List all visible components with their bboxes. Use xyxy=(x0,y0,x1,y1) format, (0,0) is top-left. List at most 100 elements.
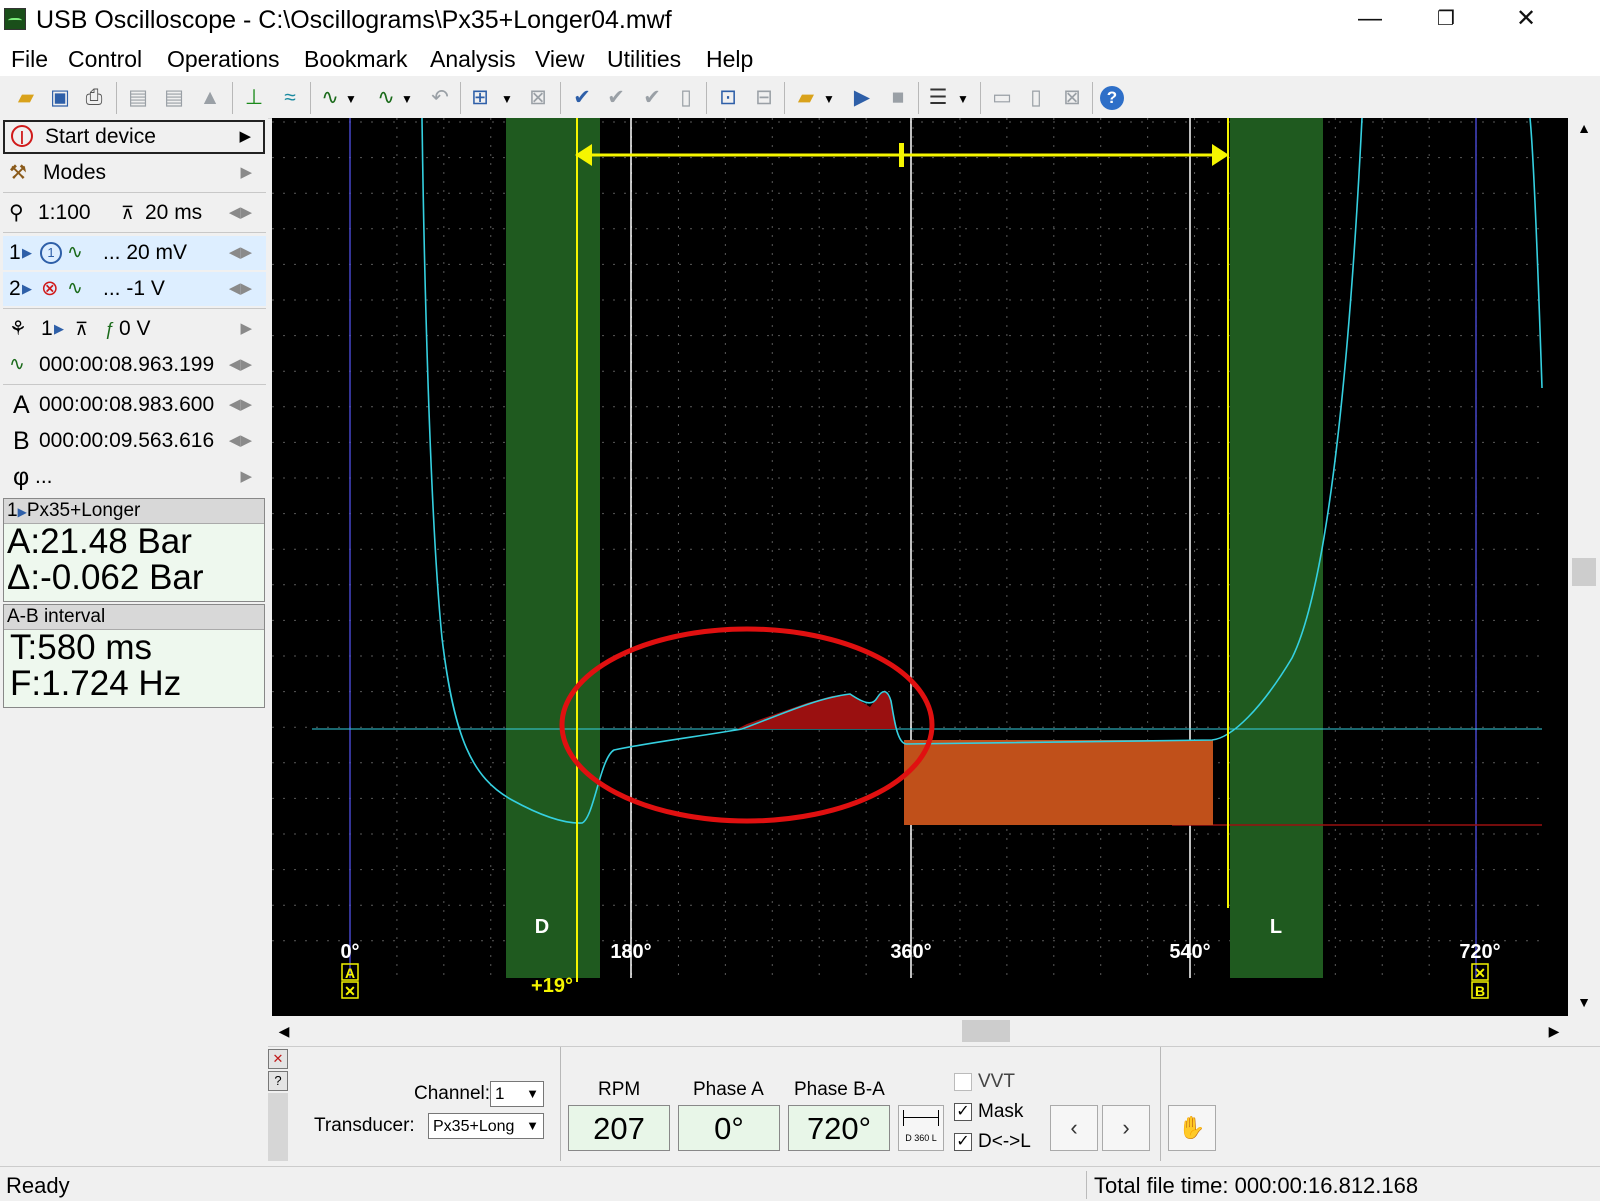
menu-analysis[interactable]: Analysis xyxy=(430,45,516,73)
close-button[interactable]: ✕ xyxy=(1496,0,1556,40)
copy-window-icon[interactable]: ▤ xyxy=(124,84,152,112)
restore-button[interactable]: ❐ xyxy=(1416,0,1476,40)
check-all-icon[interactable]: ✔ xyxy=(638,84,666,112)
angle-label-180: 180° xyxy=(610,941,651,963)
scroll-left-icon[interactable]: ◀ xyxy=(274,1016,294,1046)
cursor-b-row[interactable]: B 000:00:09.563.616 ◀▶ xyxy=(3,424,266,458)
transducer-select[interactable]: Px35+Long ▼ xyxy=(428,1113,544,1139)
scroll-right-icon[interactable]: ▶ xyxy=(1544,1016,1564,1046)
toolbar-separator xyxy=(116,82,117,114)
zoom-reset-icon[interactable]: ⊟ xyxy=(750,84,778,112)
expand-arrow-icon: ▶ xyxy=(240,468,252,485)
channel-1-row[interactable]: 1 ▶ 1 ∿ ... 20 mV ◀▶ xyxy=(3,236,266,270)
menu-control[interactable]: Control xyxy=(68,45,142,73)
channel-2-coupling-icon: ∿ xyxy=(67,278,83,299)
math-icon[interactable]: ⊞ xyxy=(466,84,494,112)
panel-divider xyxy=(560,1047,561,1161)
undo-icon[interactable]: ↶ xyxy=(426,84,454,112)
previous-button[interactable]: ‹ xyxy=(1050,1105,1098,1151)
export-icon[interactable]: ▲ xyxy=(196,84,224,112)
auto-trigger-icon[interactable]: ≈ xyxy=(276,84,304,112)
d360l-button[interactable]: D 360 L xyxy=(898,1105,944,1151)
database-icon[interactable]: ▭ xyxy=(988,84,1016,112)
smooth-dropdown-icon[interactable]: ▼ xyxy=(400,84,414,112)
zoom-timebase-row[interactable]: ⚲ 1:100 ⊼ 20 ms ◀▶ xyxy=(3,196,266,230)
smooth-icon[interactable]: ∿ xyxy=(372,84,400,112)
layout-dropdown-icon[interactable]: ▼ xyxy=(956,84,970,112)
menu-utilities[interactable]: Utilities xyxy=(607,45,681,73)
status-divider xyxy=(1086,1171,1087,1199)
help-panel-button[interactable]: ? xyxy=(268,1071,288,1091)
interval-header: A-B interval xyxy=(4,605,264,630)
play-template-icon[interactable]: ▶ xyxy=(848,84,876,112)
help-icon[interactable]: ? xyxy=(1100,86,1124,110)
mask-checkbox[interactable]: ✓ xyxy=(954,1103,972,1121)
horizontal-scroll-thumb[interactable] xyxy=(962,1020,1010,1042)
phase-ba-value[interactable]: 720° xyxy=(788,1105,890,1151)
channel-2-row[interactable]: 2 ▶ ⊗ ∿ ... -1 V ◀▶ xyxy=(3,272,266,306)
minimize-button[interactable]: — xyxy=(1340,0,1400,40)
channel-2-disabled-icon: ⊗ xyxy=(41,277,59,300)
next-button[interactable]: › xyxy=(1102,1105,1150,1151)
vvt-checkbox[interactable] xyxy=(954,1073,972,1091)
channel-select[interactable]: 1 ▼ xyxy=(490,1081,544,1107)
layout-icon[interactable]: ☰ xyxy=(924,84,952,112)
database-delete-icon[interactable]: ⊠ xyxy=(1058,84,1086,112)
horizontal-scrollbar[interactable]: ◀ ▶ xyxy=(272,1016,1568,1046)
single-shot-icon[interactable]: ⊥ xyxy=(240,84,268,112)
cursor-a-row[interactable]: A 000:00:08.983.600 ◀▶ xyxy=(3,388,266,422)
print-icon[interactable]: ⎙ xyxy=(80,84,108,112)
menu-bookmark[interactable]: Bookmark xyxy=(304,45,408,73)
measurement-panel: 1▶Px35+Longer A:21.48 Bar Δ:-0.062 Bar xyxy=(3,498,265,602)
open-template-icon[interactable]: ▰ xyxy=(792,84,820,112)
span-right-arrow-icon xyxy=(1212,144,1229,166)
toolbar-separator xyxy=(232,82,233,114)
timebase-value: 20 ms xyxy=(145,201,203,224)
menu-operations[interactable]: Operations xyxy=(167,45,280,73)
interval-f-value: F:1.724 Hz xyxy=(10,664,182,703)
menu-view[interactable]: View xyxy=(535,45,584,73)
oscilloscope-display[interactable]: D L 0° 180° 360° 540° 720° +19° A ✕ ✕ B xyxy=(272,117,1568,1016)
filter-icon[interactable]: ∿ xyxy=(316,84,344,112)
vertical-scroll-thumb[interactable] xyxy=(1572,558,1596,586)
start-device-label: Start device xyxy=(45,125,156,148)
grid xyxy=(272,118,1542,978)
channel-2-index: 2 xyxy=(9,277,21,300)
exhaust-pressure-area xyxy=(904,740,1213,825)
phase-a-value[interactable]: 0° xyxy=(678,1105,780,1151)
check-icon[interactable]: ✔ xyxy=(568,84,596,112)
scroll-down-icon[interactable]: ▼ xyxy=(1568,994,1600,1014)
stop-template-icon[interactable]: ■ xyxy=(884,84,912,112)
dl-checkbox[interactable]: ✓ xyxy=(954,1133,972,1151)
database-view-icon[interactable]: ▯ xyxy=(1022,84,1050,112)
open-template-dropdown-icon[interactable]: ▼ xyxy=(822,84,836,112)
delete-math-icon[interactable]: ⊠ xyxy=(524,84,552,112)
modes-row[interactable]: ⚒ Modes ▶ xyxy=(3,156,266,190)
trigger-time-row[interactable]: ∿ 000:00:08.963.199 ◀▶ xyxy=(3,348,266,382)
oscilloscope-canvas[interactable]: D L 0° 180° 360° 540° 720° +19° A ✕ ✕ B xyxy=(272,117,1568,1016)
scroll-up-icon[interactable]: ▲ xyxy=(1568,120,1600,140)
filter-dropdown-icon[interactable]: ▼ xyxy=(344,84,358,112)
save-icon[interactable]: ▣ xyxy=(46,84,74,112)
start-device-button[interactable]: | Start device ▶ xyxy=(3,120,265,154)
check-down-icon[interactable]: ✔ xyxy=(602,84,630,112)
trigger-row[interactable]: ⚘ 1 ▶ ⊼ ƒ 0 V ▶ xyxy=(3,312,266,346)
marker-b-x-icon: ✕ xyxy=(1474,965,1486,981)
close-panel-button[interactable]: ✕ xyxy=(268,1049,288,1069)
phi-row[interactable]: φ ... ▶ xyxy=(3,460,266,494)
paste-window-icon[interactable]: ▤ xyxy=(160,84,188,112)
channel-1-arrow-icon: ▶ xyxy=(22,245,32,260)
menu-help[interactable]: Help xyxy=(706,45,753,73)
open-folder-icon[interactable]: ▰ xyxy=(12,84,40,112)
divider xyxy=(3,192,266,193)
report-icon[interactable]: ▯ xyxy=(672,84,700,112)
vertical-scrollbar[interactable]: ▲ ▼ xyxy=(1568,118,1600,1016)
left-right-arrows-icon: ◀▶ xyxy=(228,432,252,449)
hand-tool-button[interactable]: ✋ xyxy=(1168,1105,1216,1151)
rising-edge-icon: ⊼ xyxy=(75,319,89,339)
angle-label-0: 0° xyxy=(340,941,359,963)
zoom-fit-icon[interactable]: ⊡ xyxy=(714,84,742,112)
interval-panel: A-B interval T:580 ms F:1.724 Hz xyxy=(3,604,265,708)
menu-file[interactable]: File xyxy=(11,45,48,73)
math-dropdown-icon[interactable]: ▼ xyxy=(500,84,514,112)
